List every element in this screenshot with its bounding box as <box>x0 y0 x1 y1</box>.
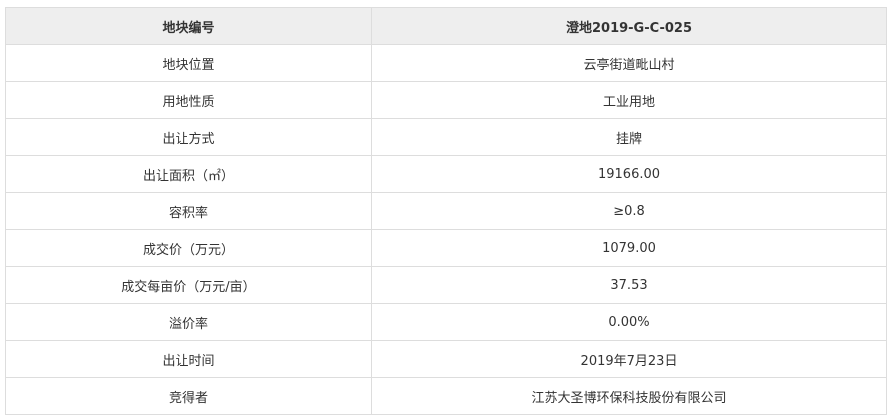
row-label: 容积率 <box>5 192 372 230</box>
table-row-deal-price: 成交价（万元） 1079.00 <box>5 229 887 267</box>
header-label-cell: 地块编号 <box>5 7 372 45</box>
row-value: ≥0.8 <box>371 192 887 230</box>
table-row-price-per-mu: 成交每亩价（万元/亩） 37.53 <box>5 266 887 304</box>
table-row-transfer-method: 出让方式 挂牌 <box>5 118 887 156</box>
row-value: 挂牌 <box>371 118 887 156</box>
row-value: 江苏大圣博环保科技股份有限公司 <box>371 377 887 415</box>
row-label: 用地性质 <box>5 81 372 119</box>
table-header-row: 地块编号 澄地2019-G-C-025 <box>5 7 887 45</box>
row-value: 工业用地 <box>371 81 887 119</box>
row-label: 溢价率 <box>5 303 372 341</box>
row-value: 19166.00 <box>371 155 887 193</box>
row-label: 成交每亩价（万元/亩） <box>5 266 372 304</box>
row-value: 37.53 <box>371 266 887 304</box>
table-row-location: 地块位置 云亭街道毗山村 <box>5 44 887 82</box>
row-value: 云亭街道毗山村 <box>371 44 887 82</box>
table-row-area: 出让面积（㎡） 19166.00 <box>5 155 887 193</box>
table-row-land-use: 用地性质 工业用地 <box>5 81 887 119</box>
table-row-transfer-date: 出让时间 2019年7月23日 <box>5 340 887 378</box>
row-value: 0.00% <box>371 303 887 341</box>
row-label: 地块位置 <box>5 44 372 82</box>
land-transaction-table-container: 地块编号 澄地2019-G-C-025 地块位置 云亭街道毗山村 用地性质 工业… <box>5 7 887 415</box>
table-row-plot-ratio: 容积率 ≥0.8 <box>5 192 887 230</box>
table-row-winner: 竞得者 江苏大圣博环保科技股份有限公司 <box>5 377 887 415</box>
row-label: 出让时间 <box>5 340 372 378</box>
row-label: 出让面积（㎡） <box>5 155 372 193</box>
row-label: 竞得者 <box>5 377 372 415</box>
table-row-premium-rate: 溢价率 0.00% <box>5 303 887 341</box>
row-label: 成交价（万元） <box>5 229 372 267</box>
row-label: 出让方式 <box>5 118 372 156</box>
row-value: 1079.00 <box>371 229 887 267</box>
row-value: 2019年7月23日 <box>371 340 887 378</box>
header-value-cell: 澄地2019-G-C-025 <box>371 7 887 45</box>
land-transaction-table: 地块编号 澄地2019-G-C-025 地块位置 云亭街道毗山村 用地性质 工业… <box>5 7 887 415</box>
